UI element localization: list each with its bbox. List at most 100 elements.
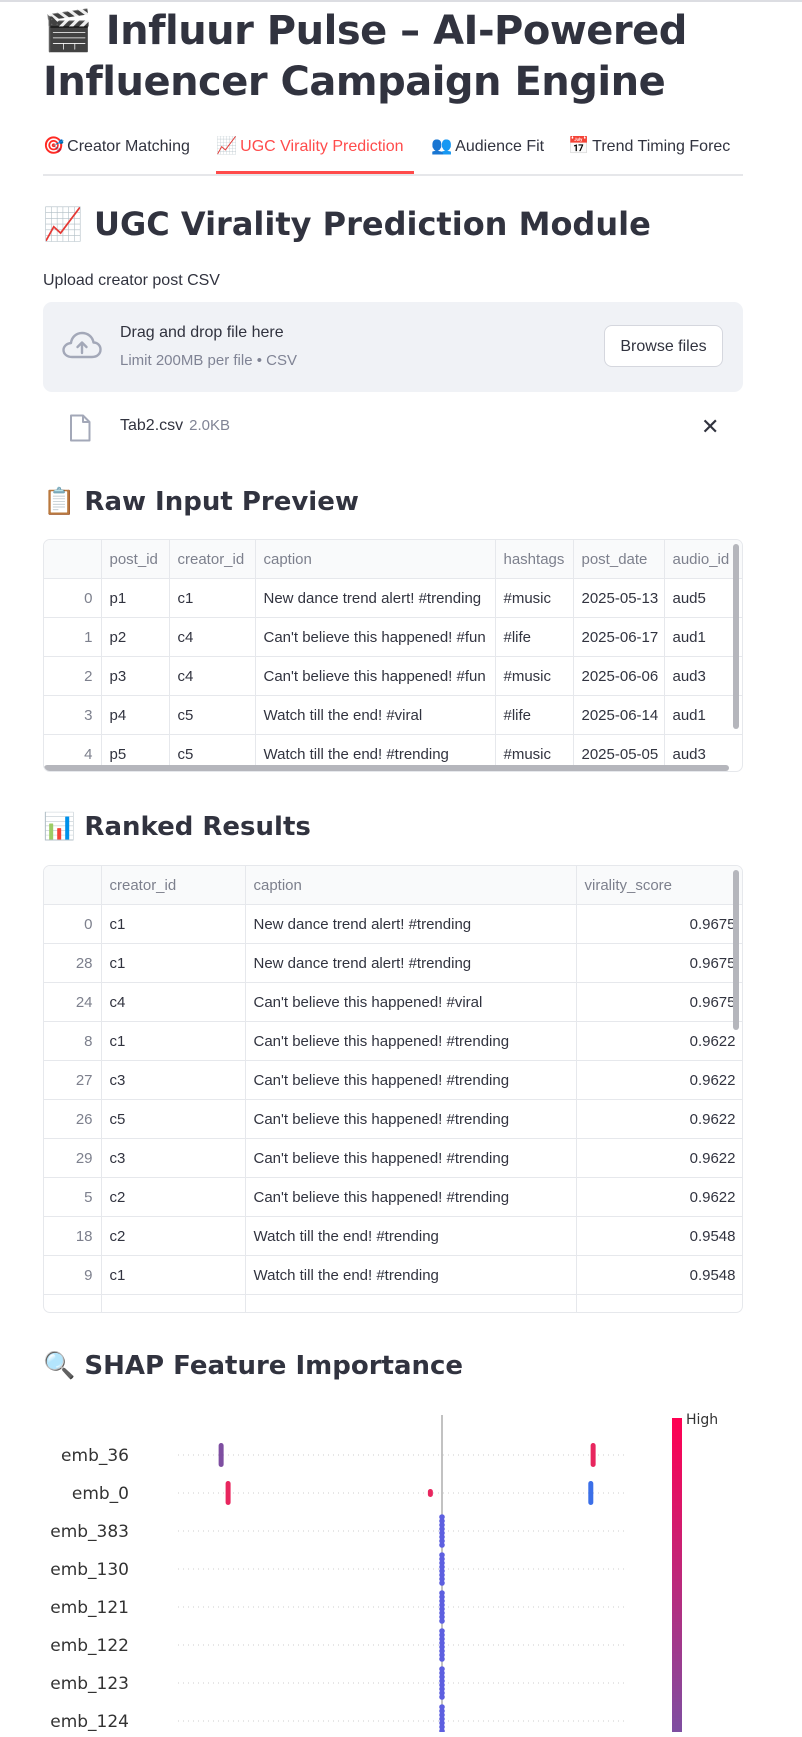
cell-post_date[interactable]: 2025-06-06 bbox=[573, 656, 665, 696]
column-header-hashtags[interactable]: hashtags bbox=[495, 540, 574, 579]
horizontal-scrollbar[interactable] bbox=[44, 765, 729, 771]
vertical-scrollbar[interactable] bbox=[733, 544, 739, 729]
cell-creator_id[interactable]: c4 bbox=[169, 656, 256, 696]
table-header-row: post_id creator_id caption hashtags post_dat… bbox=[44, 540, 742, 579]
cell-post_id[interactable]: p1 bbox=[101, 578, 170, 618]
cell-creator_id[interactable]: c1 bbox=[169, 578, 256, 618]
cloud-upload-icon bbox=[62, 331, 102, 359]
raw-preview-grid: post_id creator_id caption hashtags post_dat… bbox=[44, 540, 742, 771]
cell-post_id[interactable]: p2 bbox=[101, 617, 170, 657]
row-index[interactable]: 9 bbox=[44, 1255, 102, 1295]
cell-creator_id[interactable]: c2 bbox=[101, 1177, 246, 1217]
row-index[interactable]: 2 bbox=[44, 656, 102, 696]
cell-post_id[interactable]: p3 bbox=[101, 656, 170, 696]
row-index[interactable]: 24 bbox=[44, 982, 102, 1022]
cell-virality_score[interactable]: 0.9622 bbox=[576, 1177, 742, 1217]
row-index[interactable]: 5 bbox=[44, 1177, 102, 1217]
tab-ugc-virality-prediction[interactable]: 📈 UGC Virality Prediction bbox=[216, 136, 416, 172]
cell-audio_id[interactable]: aud1 bbox=[664, 695, 742, 735]
cell-caption[interactable]: Can't believe this happened! #trending bbox=[245, 1177, 577, 1217]
cell-caption[interactable]: Watch till the end! #trending bbox=[245, 1216, 577, 1256]
row-index[interactable]: 26 bbox=[44, 1099, 102, 1139]
colorbar bbox=[672, 1418, 682, 1732]
table-row: 0 c1 New dance trend alert! #trending 0.967… bbox=[44, 904, 742, 944]
cell-caption[interactable]: Can't believe this happened! #trending bbox=[245, 1138, 577, 1178]
vertical-scrollbar[interactable] bbox=[733, 870, 739, 1030]
cell-virality_score[interactable]: 0.9675 bbox=[576, 982, 742, 1022]
cell-caption[interactable]: Can't believe this happened! #trending bbox=[245, 1021, 577, 1061]
cell-caption[interactable]: New dance trend alert! #trending bbox=[245, 904, 577, 944]
column-header-caption[interactable]: caption bbox=[255, 540, 496, 579]
file-dropzone[interactable]: Drag and drop file here Limit 200MB per … bbox=[43, 302, 743, 392]
cell-virality_score[interactable]: 0.9675 bbox=[576, 904, 742, 944]
cell-caption[interactable]: Watch till the end! #trending bbox=[245, 1255, 577, 1295]
cell-caption[interactable]: Can't believe this happened! #viral bbox=[245, 982, 577, 1022]
shap-point bbox=[439, 1618, 445, 1624]
raw-preview-table[interactable]: post_id creator_id caption hashtags post_dat… bbox=[43, 539, 743, 772]
close-icon[interactable]: ✕ bbox=[701, 414, 719, 440]
row-index[interactable]: 8 bbox=[44, 1021, 102, 1061]
cell-creator_id[interactable]: c2 bbox=[101, 1216, 246, 1256]
cell-creator_id[interactable]: c5 bbox=[101, 1099, 246, 1139]
cell-creator_id[interactable]: c3 bbox=[101, 1138, 246, 1178]
cell-virality_score[interactable]: 0.9548 bbox=[576, 1255, 742, 1295]
cell-post_date[interactable]: 2025-05-13 bbox=[573, 578, 665, 618]
cell-virality_score[interactable]: 0.9548 bbox=[576, 1216, 742, 1256]
cell-caption[interactable]: New dance trend alert! #trending bbox=[245, 943, 577, 983]
browse-files-button[interactable]: Browse files bbox=[604, 325, 723, 367]
tab-audience-fit[interactable]: 👥 Audience Fit bbox=[431, 136, 549, 172]
column-header-creator_id[interactable]: creator_id bbox=[169, 540, 256, 579]
cell-caption[interactable]: Can't believe this happened! #trending bbox=[245, 1060, 577, 1100]
column-header-caption[interactable]: caption bbox=[245, 866, 577, 905]
cell-audio_id[interactable]: aud3 bbox=[664, 656, 742, 696]
cell-post_date[interactable]: 2025-06-17 bbox=[573, 617, 665, 657]
cell-caption[interactable]: New dance trend alert! #trending bbox=[255, 578, 496, 618]
shap-point bbox=[588, 1481, 594, 1505]
cell-caption[interactable]: Watch till the end! #viral bbox=[255, 695, 496, 735]
cell-creator_id[interactable]: c4 bbox=[101, 982, 246, 1022]
cell-caption[interactable]: Can't believe this happened! #fun bbox=[255, 656, 496, 696]
cell-creator_id[interactable]: c5 bbox=[169, 695, 256, 735]
column-header-post_date[interactable]: post_date bbox=[573, 540, 665, 579]
feature-label: emb_122 bbox=[50, 1636, 129, 1656]
row-index[interactable]: 27 bbox=[44, 1060, 102, 1100]
cell-creator_id[interactable]: c4 bbox=[169, 617, 256, 657]
row-index[interactable]: 0 bbox=[44, 904, 102, 944]
cell-virality_score[interactable]: 0.9622 bbox=[576, 1021, 742, 1061]
row-index[interactable]: 1 bbox=[44, 617, 102, 657]
column-header-audio_id[interactable]: audio_id bbox=[664, 540, 742, 579]
column-header-creator_id[interactable]: creator_id bbox=[101, 866, 246, 905]
cell-creator_id[interactable]: c1 bbox=[101, 943, 246, 983]
cell-audio_id[interactable]: aud1 bbox=[664, 617, 742, 657]
row-index[interactable]: 3 bbox=[44, 695, 102, 735]
row-index[interactable]: 29 bbox=[44, 1138, 102, 1178]
cell-virality_score[interactable]: 0.9675 bbox=[576, 943, 742, 983]
cell-creator_id[interactable]: c1 bbox=[101, 1021, 246, 1061]
cell-hashtags[interactable]: #life bbox=[495, 695, 574, 735]
cell-creator_id[interactable]: c1 bbox=[101, 1255, 246, 1295]
row-index[interactable]: 28 bbox=[44, 943, 102, 983]
ranked-results-table[interactable]: creator_id caption virality_score 0 c1 New d… bbox=[43, 865, 743, 1313]
cell-hashtags[interactable]: #music bbox=[495, 656, 574, 696]
tab-trend-timing-forecast[interactable]: 📅 Trend Timing Forec bbox=[568, 136, 743, 172]
cell-audio_id[interactable]: aud5 bbox=[664, 578, 742, 618]
cell-caption[interactable]: Can't believe this happened! #fun bbox=[255, 617, 496, 657]
table-row: 8 c1 Can't believe this happened! #trendin… bbox=[44, 1021, 742, 1061]
cell-virality_score[interactable]: 0.9622 bbox=[576, 1060, 742, 1100]
file-name-text: Tab2.csv bbox=[120, 417, 184, 434]
table-row: 0 p1 c1 New dance trend alert! #trending #mu… bbox=[44, 578, 742, 618]
column-header-post_id[interactable]: post_id bbox=[101, 540, 170, 579]
cell-post_id[interactable]: p4 bbox=[101, 695, 170, 735]
tab-creator-matching[interactable]: 🎯 Creator Matching bbox=[43, 136, 201, 172]
column-header-virality_score[interactable]: virality_score bbox=[576, 866, 742, 905]
cell-virality_score[interactable]: 0.9622 bbox=[576, 1099, 742, 1139]
cell-caption[interactable]: Can't believe this happened! #trending bbox=[245, 1099, 577, 1139]
cell-post_date[interactable]: 2025-06-14 bbox=[573, 695, 665, 735]
cell-creator_id[interactable]: c1 bbox=[101, 904, 246, 944]
cell-hashtags[interactable]: #music bbox=[495, 578, 574, 618]
cell-creator_id[interactable]: c3 bbox=[101, 1060, 246, 1100]
cell-hashtags[interactable]: #life bbox=[495, 617, 574, 657]
row-index[interactable]: 18 bbox=[44, 1216, 102, 1256]
cell-virality_score[interactable]: 0.9622 bbox=[576, 1138, 742, 1178]
row-index[interactable]: 0 bbox=[44, 578, 102, 618]
